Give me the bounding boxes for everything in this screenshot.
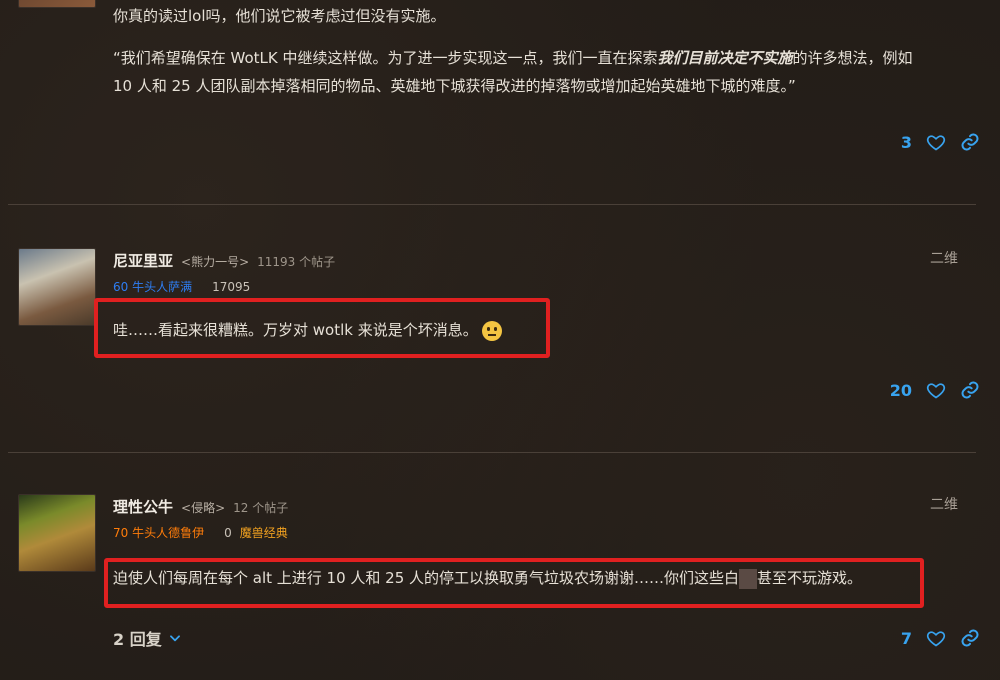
heart-icon[interactable] — [926, 628, 946, 648]
post-3-character: 70 牛头人德鲁伊 0 魔兽经典 — [113, 524, 288, 541]
post-1-line1: 你真的读过lol吗，他们说它被考虑过但没有实施。 — [113, 7, 446, 25]
heart-icon[interactable] — [926, 380, 946, 400]
post-divider — [8, 452, 976, 453]
post-1-actions: 3 — [901, 132, 980, 152]
post-1-quote: “我们希望确保在 WotLK 中继续这样做。为了进一步实现这一点，我们一直在探索… — [113, 49, 913, 67]
chevron-down-icon — [169, 635, 180, 642]
guild-title: <熊力一号> — [181, 255, 250, 269]
achievement-score: 17095 — [212, 279, 251, 294]
replies-toggle[interactable]: 2 回复 — [113, 626, 182, 650]
username[interactable]: 尼亚里亚 — [113, 250, 173, 271]
post-date[interactable]: 二维 — [930, 248, 958, 268]
post-2-character: 60 牛头人萨满 17095 — [113, 278, 250, 295]
highlight-box — [94, 298, 550, 358]
post-2-actions: 20 — [890, 380, 980, 400]
link-icon[interactable] — [960, 380, 980, 400]
heart-icon[interactable] — [926, 132, 946, 152]
character-info: 60 牛头人萨满 — [113, 280, 193, 294]
realm-label: 魔兽经典 — [239, 526, 288, 540]
post-date[interactable]: 二维 — [930, 494, 958, 514]
post-count: 12 个帖子 — [233, 501, 289, 515]
highlight-box — [104, 558, 924, 608]
link-icon[interactable] — [960, 628, 980, 648]
replies-count: 2 回复 — [113, 630, 162, 649]
avatar[interactable] — [18, 494, 96, 572]
quote-emphasis: 我们目前决定不实施 — [657, 49, 793, 67]
post-1-quote-line3: 10 人和 25 人团队副本掉落相同的物品、英雄地下城获得改进的掉落物或增加起始… — [113, 77, 796, 95]
character-info: 70 牛头人德鲁伊 — [113, 526, 205, 540]
achievement-score: 0 — [224, 525, 232, 540]
post-count: 11193 个帖子 — [257, 255, 336, 269]
post-2-meta: 尼亚里亚 <熊力一号> 11193 个帖子 — [113, 250, 335, 271]
username[interactable]: 理性公牛 — [113, 496, 173, 517]
avatar[interactable] — [18, 248, 96, 326]
guild-title: <侵略> — [181, 501, 226, 515]
like-count: 20 — [889, 380, 912, 400]
like-count: 3 — [900, 132, 912, 152]
link-icon[interactable] — [960, 132, 980, 152]
post-1-text: 你真的读过lol吗，他们说它被考虑过但没有实施。 “我们希望确保在 WotLK … — [113, 2, 973, 100]
post-divider — [8, 204, 976, 205]
like-count: 7 — [900, 628, 912, 648]
post-3-meta: 理性公牛 <侵略> 12 个帖子 — [113, 496, 288, 517]
avatar[interactable] — [18, 0, 96, 8]
post-3-actions: 7 — [901, 628, 980, 648]
